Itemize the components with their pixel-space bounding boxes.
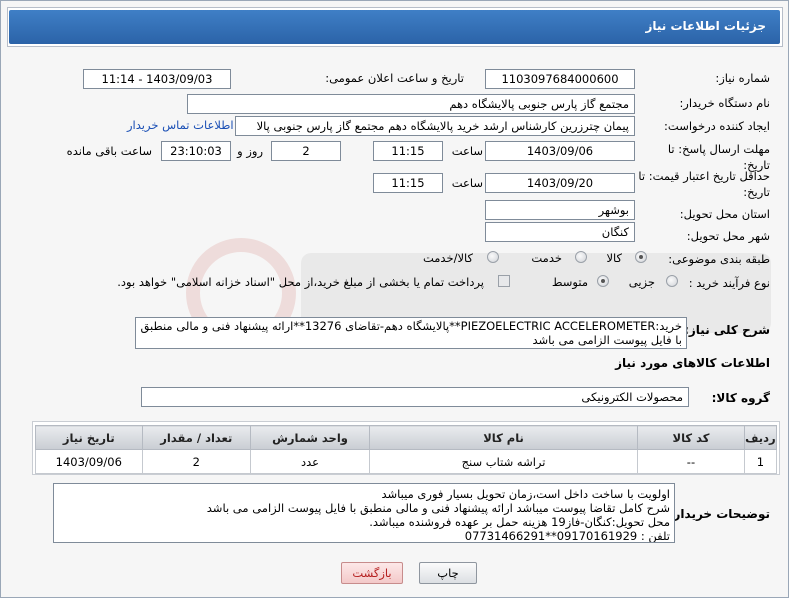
buyer-notes-line: شرح کامل تقاضا پیوست میباشد ارائه پیشنها… — [206, 501, 670, 515]
requester-label: ایجاد کننده درخواست: — [664, 119, 770, 133]
category-label: طبقه بندی موضوعی: — [668, 252, 770, 266]
col-code-header: کد کالا — [637, 425, 745, 450]
details-panel: جزئیات اطلاعات نیاز شماره نیاز: 11030976… — [0, 0, 789, 598]
province-label: استان محل تحویل: — [679, 207, 770, 221]
category-goods-radio[interactable] — [635, 251, 647, 263]
col-name-header: نام کالا — [368, 425, 639, 450]
validity-date-field: 1403/09/20 — [485, 173, 635, 193]
day-and-label: روز و — [237, 144, 263, 158]
process-medium-label: متوسط — [551, 275, 588, 289]
goods-group-label: گروه کالا: — [711, 391, 770, 405]
page-title: جزئیات اطلاعات نیاز — [645, 19, 766, 33]
cell-code: -- — [637, 449, 745, 474]
process-medium-radio[interactable] — [597, 275, 609, 287]
remaining-time-field: 23:10:03 — [161, 141, 231, 161]
items-table-header-row: ردیف کد کالا نام کالا واحد شمارش تعداد /… — [35, 425, 778, 450]
category-both-label: کالا/خدمت — [422, 251, 473, 265]
category-both-radio[interactable] — [487, 251, 499, 263]
buyer-contact-link[interactable]: اطلاعات تماس خریدار — [127, 118, 234, 132]
buyer-notes-label: توضیحات خریدار: — [668, 507, 770, 521]
cell-unit: عدد — [250, 449, 370, 474]
validity-hour-label: ساعت — [451, 176, 483, 190]
process-type-label: نوع فرآیند خرید : — [688, 276, 770, 290]
col-unit-header: واحد شمارش — [250, 425, 370, 450]
buyer-notes-textarea[interactable]: اولویت با ساخت داخل است،زمان تحویل بسیار… — [53, 483, 675, 543]
col-qty-header: تعداد / مقدار — [141, 425, 252, 450]
table-row[interactable]: 1 -- تراشه شتاب سنج عدد 2 1403/09/06 — [35, 449, 778, 474]
days-field: 2 — [271, 141, 341, 161]
city-label: شهر محل تحویل: — [686, 229, 770, 243]
announce-datetime-field: 1403/09/03 - 11:14 — [83, 69, 231, 89]
province-field: بوشهر — [485, 200, 635, 220]
requester-field: پیمان چترزرین کارشناس ارشد خرید پالایشگا… — [235, 116, 635, 136]
cell-row: 1 — [743, 449, 778, 474]
buyer-org-label: نام دستگاه خریدار: — [679, 96, 770, 110]
process-minor-label: جزیی — [628, 275, 655, 289]
process-minor-radio[interactable] — [666, 275, 678, 287]
print-button[interactable]: چاپ — [419, 562, 477, 584]
treasury-checkbox[interactable] — [498, 275, 510, 287]
remaining-label: ساعت باقی مانده — [66, 144, 152, 158]
reply-time-field: 11:15 — [373, 141, 443, 161]
buyer-notes-line: محل تحویل:کنگان-فاز19 هزینه حمل بر عهده … — [369, 515, 670, 529]
buyer-org-field: مجتمع گاز پارس جنوبی پالایشگاه دهم — [187, 94, 635, 114]
city-field: کنگان — [485, 222, 635, 242]
cell-qty: 2 — [141, 449, 252, 474]
need-number-field: 1103097684000600 — [485, 69, 635, 89]
summary-label: شرح کلی نیاز: — [684, 323, 770, 337]
category-service-radio[interactable] — [575, 251, 587, 263]
buyer-notes-line: اولویت با ساخت داخل است،زمان تحویل بسیار… — [381, 487, 670, 501]
price-validity-label: حداقل تاریخ اعتبار قیمت: تا تاریخ: — [638, 169, 770, 199]
category-service-label: خدمت — [531, 251, 562, 265]
col-date-header: تاریخ نیاز — [35, 425, 143, 450]
category-goods-label: کالا — [606, 251, 622, 265]
goods-group-field: محصولات الکترونیکی — [141, 387, 689, 407]
goods-info-heading: اطلاعات کالاهای مورد نیاز — [615, 356, 770, 370]
validity-time-field: 11:15 — [373, 173, 443, 193]
reply-hour-label: ساعت — [451, 144, 483, 158]
reply-date-field: 1403/09/06 — [485, 141, 635, 161]
header-bar: جزئیات اطلاعات نیاز — [9, 10, 780, 44]
header: جزئیات اطلاعات نیاز — [7, 7, 783, 47]
cell-date: 1403/09/06 — [35, 449, 143, 474]
announce-datetime-label: تاریخ و ساعت اعلان عمومی: — [325, 71, 464, 85]
treasury-note: پرداخت تمام یا بخشی از مبلغ خرید،از محل … — [117, 275, 484, 289]
buyer-notes-line: تلفن : 09170161929**07731466291 — [464, 529, 670, 543]
back-button[interactable]: بازگشت — [341, 562, 403, 584]
need-number-label: شماره نیاز: — [715, 71, 770, 85]
col-row-header: ردیف — [743, 425, 778, 450]
cell-name: تراشه شتاب سنج — [368, 449, 639, 474]
summary-textarea[interactable]: خرید:PIEZOELECTRIC ACCELEROMETER**پالایش… — [135, 317, 687, 349]
items-table: ردیف کد کالا نام کالا واحد شمارش تعداد /… — [35, 425, 778, 474]
